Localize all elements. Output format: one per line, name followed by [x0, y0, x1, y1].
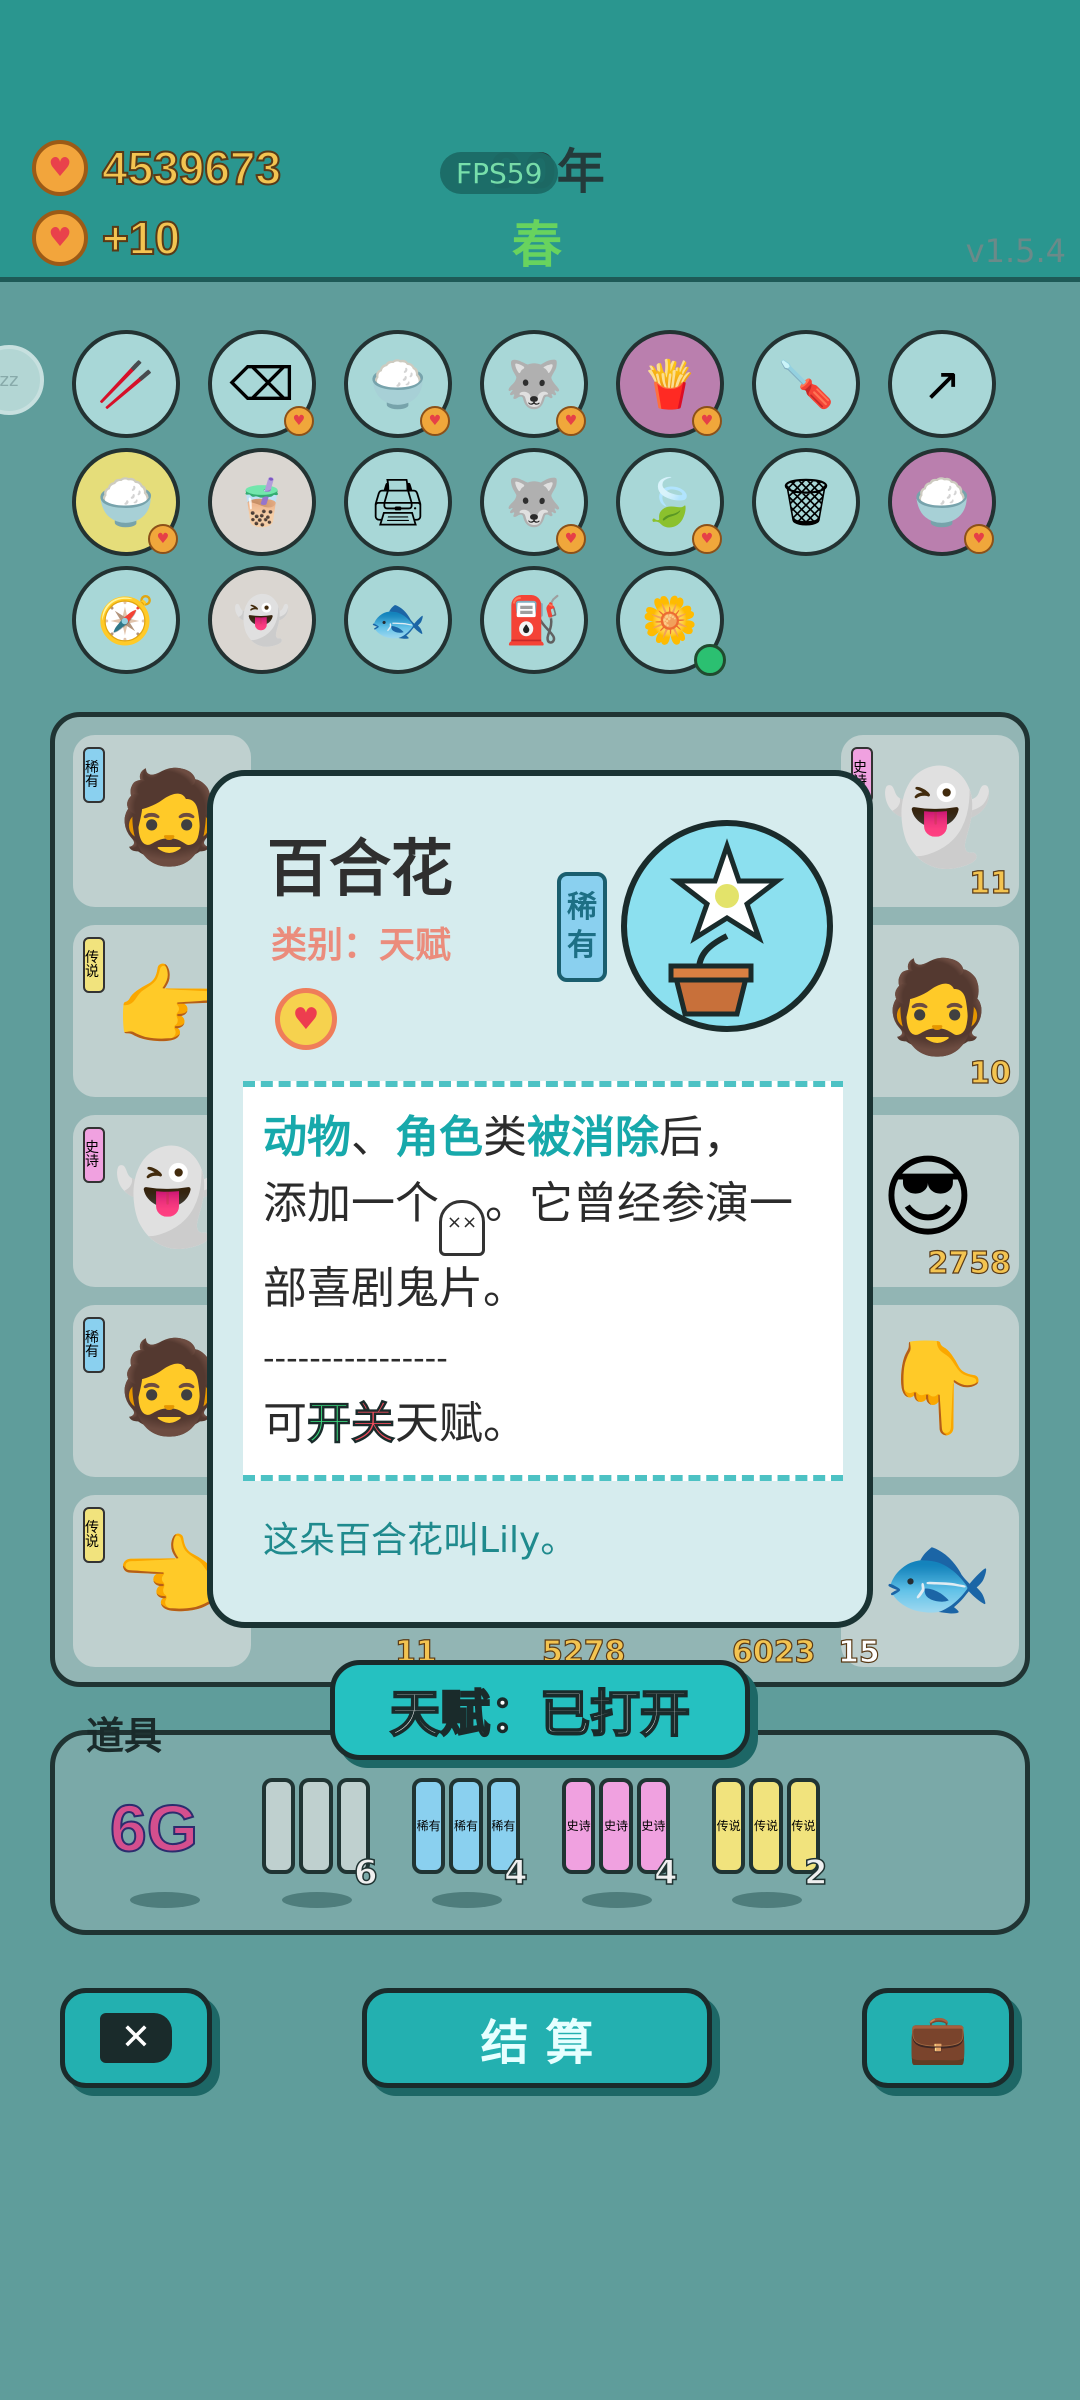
coins-total: 4539673 [101, 141, 282, 195]
rarity-tag: 传说 [83, 1507, 105, 1563]
delete-button[interactable]: ✕ [60, 1988, 212, 2088]
item-description: 动物、角色类被消除后， 添加一个 ×× 。它曾经参演一部喜剧鬼片。 --------… [243, 1081, 843, 1481]
rarity-tag: 稀有 [83, 747, 105, 803]
coin-badge-icon: ♥ [556, 406, 586, 436]
arrow-card-icon[interactable]: ↗ [888, 330, 996, 438]
cell-value: 15 [837, 1634, 880, 1670]
fries-icon[interactable]: 🍟 ♥ [616, 330, 724, 438]
coin-badge-icon: ♥ [692, 406, 722, 436]
rarity-tag: 史诗 [83, 1127, 105, 1183]
husky-dog-icon[interactable]: 🐺 ♥ [480, 448, 588, 556]
rarity-tag: 稀有 [83, 1317, 105, 1373]
leaf-icon[interactable]: 🍃 ♥ [616, 448, 724, 556]
item-shadow [432, 1892, 502, 1908]
rice-bowl-icon[interactable]: 🍚 ♥ [888, 448, 996, 556]
rarity-badge: 稀有 [557, 872, 607, 982]
cell-value: 11 [969, 865, 1012, 901]
pack-count: 4 [503, 1852, 528, 1894]
lily-flower-icon[interactable]: 🌼 [616, 566, 726, 676]
item-shadow [732, 1892, 802, 1908]
pack-count: 6 [353, 1852, 378, 1894]
6g-item[interactable]: 6G [109, 1790, 199, 1866]
rice-bowl-icon[interactable]: 🍚 ♥ [72, 448, 180, 556]
coin-icon: ♥ [32, 210, 88, 266]
coin-icon: ♥ [275, 988, 337, 1050]
coins-income-row: ♥ +10 [32, 210, 181, 266]
coin-badge-icon: ♥ [148, 524, 178, 554]
item-category: 类别：天赋 [271, 925, 452, 966]
chopsticks-icon[interactable]: 🥢 [72, 330, 180, 438]
garbage-bag-icon[interactable]: 🗑 [752, 448, 860, 556]
delete-tag-icon[interactable]: ⌫ ♥ [208, 330, 316, 438]
coin-badge-icon: ♥ [964, 524, 994, 554]
version-label: v1.5.4 [965, 232, 1066, 270]
fps-counter: FPS59 [440, 152, 559, 194]
settle-button[interactable]: 结 算 [362, 1988, 712, 2088]
cell-value: 6023 [731, 1634, 816, 1670]
coins-income: +10 [101, 211, 181, 265]
fish-bowl-icon[interactable]: 🐟 [344, 566, 452, 674]
ghost-icon: ×× [439, 1200, 485, 1256]
printer-icon[interactable]: 🖨 [344, 448, 452, 556]
lily-flower-icon [621, 820, 833, 1032]
briefcase-button[interactable]: 💼 [862, 1988, 1014, 2088]
cell-value: 10 [969, 1055, 1012, 1091]
ghost-icon[interactable]: 👻 [208, 566, 316, 674]
bubble-tea-icon[interactable]: 🧋 [208, 448, 316, 556]
character-icon: 🧔 [881, 955, 994, 1060]
pointing-hand-icon: 👇 [881, 1335, 994, 1440]
fish-icon: 🐟 [881, 1525, 994, 1630]
rice-bowl-icon[interactable]: 🍚 ♥ [344, 330, 452, 438]
item-shadow [130, 1892, 200, 1908]
item-detail-modal: 百合花 类别：天赋 ♥ 稀有 动物、角色类被消除后， 添加一个 ×× 。它曾经参演一… [207, 770, 873, 1628]
item-title: 百合花 [267, 832, 454, 905]
coin-badge-icon: ♥ [556, 524, 586, 554]
pack-count: 4 [653, 1852, 678, 1894]
active-indicator [694, 644, 726, 676]
top-bar: ♥ 4539673 ♥ +10 90年 FPS59 春 v1.5.4 [0, 0, 1080, 282]
air-pump-icon[interactable]: ⛽ [480, 566, 588, 674]
coin-badge-icon: ♥ [284, 406, 314, 436]
coin-icon: ♥ [32, 140, 88, 196]
briefcase-icon: 💼 [908, 2010, 968, 2067]
talent-toggle-button[interactable]: 天赋：已打开 [330, 1660, 750, 1760]
pack-count: 2 [803, 1852, 828, 1894]
coin-badge-icon: ♥ [692, 524, 722, 554]
sleep-bubble-icon[interactable]: zz [0, 345, 44, 415]
sunglasses-man-icon: 😎 [881, 1145, 975, 1250]
ghost-icon: 👻 [881, 765, 994, 870]
delete-tag-icon: ✕ [100, 2013, 172, 2063]
rarity-tag: 传说 [83, 937, 105, 993]
talent-toggle-label: 天赋：已打开 [389, 1684, 691, 1744]
husky-dog-icon[interactable]: 🐺 ♥ [480, 330, 588, 438]
item-shadow [582, 1892, 652, 1908]
item-shadow [282, 1892, 352, 1908]
cell-value: 2758 [927, 1245, 1012, 1281]
tools-label: 道具 [86, 1714, 163, 1758]
item-flavor-text: 这朵百合花叫Lily。 [263, 1520, 577, 1561]
coins-total-row: ♥ 4539673 [32, 140, 282, 196]
compass-icon[interactable]: 🧭 [72, 566, 180, 674]
coin-badge-icon: ♥ [420, 406, 450, 436]
screwdriver-icon[interactable]: 🪛 [752, 330, 860, 438]
settle-label: 结 算 [480, 2015, 594, 2071]
season-label: 春 [512, 216, 562, 274]
